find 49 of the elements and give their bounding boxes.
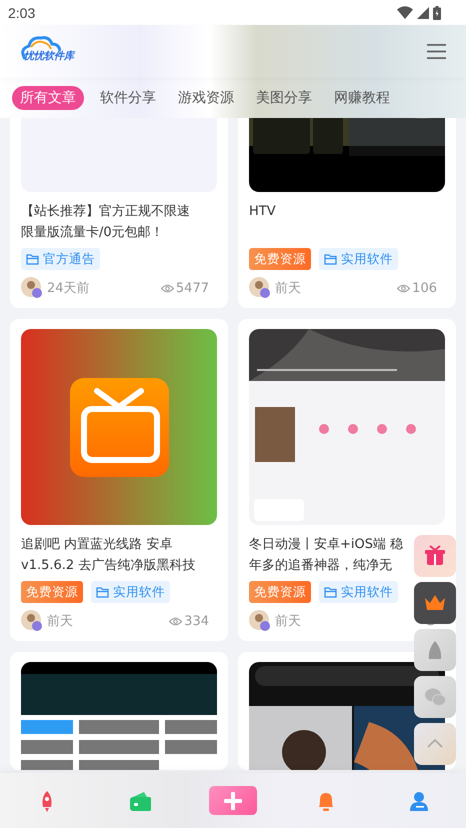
- post-time: 前天: [47, 613, 74, 630]
- back-to-top-button[interactable]: [414, 723, 456, 765]
- view-count: 106: [412, 280, 437, 296]
- post-card[interactable]: 【站长推荐】官方正规不限速 限量版流量卡/0元包邮！ 官方通告 24天前 5477: [10, 118, 228, 308]
- nav-button[interactable]: [128, 790, 151, 812]
- post-card[interactable]: 冬日动漫丨安卓+iOS端 稳 年多的追番神器，纯净无 免费资源 实用软件 前天: [238, 319, 456, 641]
- view-count: 5477: [176, 280, 209, 296]
- user-icon: [408, 790, 430, 812]
- folder-icon: [324, 254, 337, 264]
- category-tab[interactable]: 美图分享: [250, 86, 318, 110]
- nav-button[interactable]: [408, 790, 430, 812]
- post-title-line[interactable]: v1.5.6.2 去广告纯净版黑科技: [21, 555, 196, 576]
- avatar: [249, 610, 271, 632]
- post-time: 24天前: [47, 280, 91, 297]
- wallet-icon: [128, 790, 151, 812]
- signal-icon: [417, 6, 429, 18]
- gift-icon: [424, 545, 446, 567]
- post-card[interactable]: 追剧吧 内置蓝光线路 安卓 v1.5.6.2 去广告纯净版黑科技 免费资源 实用软件 前天 334: [10, 319, 228, 641]
- folder-icon: [96, 586, 109, 598]
- post-time: 前天: [275, 280, 302, 297]
- plus-icon: [224, 792, 242, 810]
- avatar: [249, 277, 271, 299]
- float-button[interactable]: [414, 535, 456, 577]
- post-title-line[interactable]: 追剧吧 内置蓝光线路 安卓: [21, 534, 172, 555]
- avatar: [21, 277, 43, 299]
- status-time: 2:03: [8, 4, 36, 20]
- post-title-line[interactable]: 冬日动漫丨安卓+iOS端 稳: [249, 534, 404, 555]
- category-tab[interactable]: 软件分享: [94, 86, 162, 110]
- add-button[interactable]: [208, 786, 257, 815]
- folder-icon: [324, 586, 337, 598]
- category-tab[interactable]: 网赚教程: [328, 86, 396, 110]
- post-card[interactable]: HTV 免费资源 实用软件 前天 106: [238, 118, 456, 308]
- battery-icon: [433, 6, 441, 20]
- view-count: 334: [184, 614, 209, 628]
- logo-text: 忧忧软件库: [24, 49, 74, 62]
- avatar: [21, 610, 43, 632]
- chat-bubbles-icon: [424, 686, 446, 708]
- post-title-line[interactable]: 【站长推荐】官方正规不限速: [21, 201, 190, 222]
- post-card[interactable]: [10, 652, 228, 770]
- menu-icon: [427, 44, 446, 59]
- category-tab[interactable]: 游戏资源: [172, 86, 240, 110]
- wifi-icon: [397, 6, 413, 19]
- float-button[interactable]: [414, 582, 456, 624]
- post-title-line[interactable]: 年多的追番神器，纯净无: [249, 555, 392, 576]
- post-title-line[interactable]: 限量版流量卡/0元包邮！: [21, 222, 164, 243]
- post-time: 前天: [275, 613, 302, 630]
- post-title-line[interactable]: HTV: [249, 201, 276, 222]
- menu-button[interactable]: [425, 42, 448, 61]
- folder-icon: [26, 254, 39, 264]
